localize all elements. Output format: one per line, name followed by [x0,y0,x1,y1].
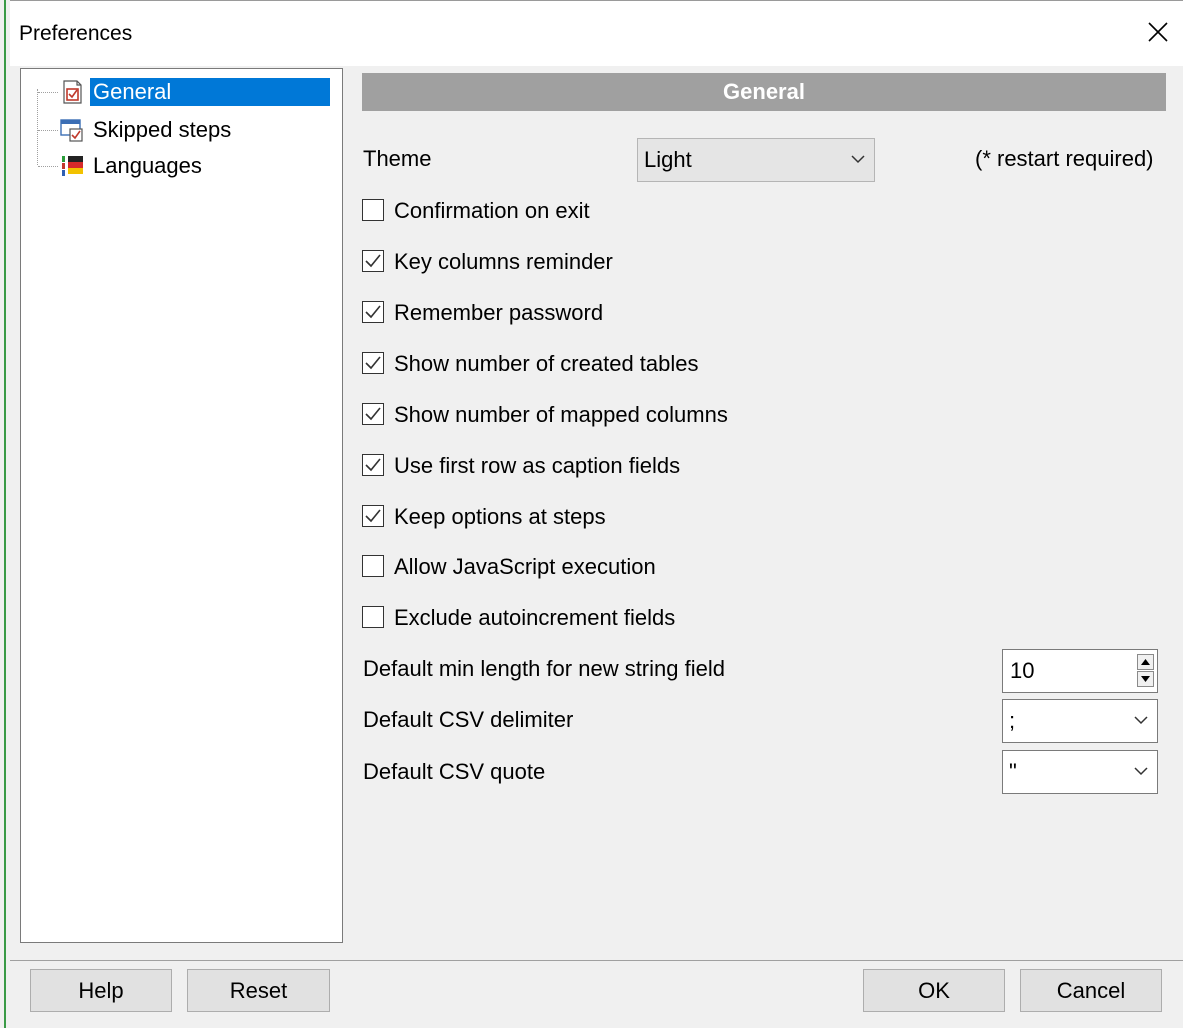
option-label: Use first row as caption fields [394,453,681,478]
tree-branch-line [38,92,58,93]
checkbox[interactable] [362,352,384,374]
checkbox[interactable] [362,555,384,577]
checkbox[interactable] [362,454,384,476]
option-label: Exclude autoincrement fields [394,605,676,630]
restart-required-note: (* restart required) [975,146,1154,171]
tree-branch-line [38,166,58,167]
option-label: Confirmation on exit [394,198,590,223]
check-icon [365,305,381,319]
csv-delimiter-value: ; [1009,708,1016,733]
tree-item-languages[interactable]: Languages [21,149,342,183]
checkbox[interactable] [362,606,384,628]
csv-quote-value: " [1009,759,1017,784]
min-length-spinner[interactable]: 10 [1002,649,1158,693]
dialog-client: General Skipped steps Languages General … [10,66,1183,1028]
tree-branch-line [38,130,58,131]
tree-item-label: Languages [93,153,202,178]
tree-item-label: Skipped steps [93,117,232,142]
theme-select[interactable]: Light [637,138,875,182]
tree-item-label: General [90,78,330,106]
option-label: Keep options at steps [394,504,606,529]
chevron-down-icon [1134,716,1148,725]
tree-item-general[interactable]: General [21,75,342,109]
window-title: Preferences [19,22,133,45]
window-edge-accent [4,0,6,1028]
close-icon[interactable] [1141,15,1175,49]
min-length-value: 10 [1010,658,1035,683]
option-label: Key columns reminder [394,249,613,274]
footer-separator [10,960,1183,961]
checkbox[interactable] [362,403,384,425]
csv-delimiter-select[interactable]: ; [1002,699,1158,743]
checkbox[interactable] [362,250,384,272]
chevron-down-icon [851,155,865,164]
checkbox[interactable] [362,199,384,221]
arrow-down-icon [1141,676,1150,682]
languages-flag-icon [62,156,83,176]
preferences-tree[interactable]: General Skipped steps Languages [20,68,343,943]
checkbox[interactable] [362,301,384,323]
checkbox[interactable] [362,505,384,527]
cancel-button[interactable]: Cancel [1020,969,1162,1012]
section-header: General [362,73,1166,111]
csv-quote-label: Default CSV quote [363,759,546,784]
check-icon [365,458,381,472]
ok-button[interactable]: OK [863,969,1005,1012]
csv-delimiter-label: Default CSV delimiter [363,707,574,732]
skipped-steps-icon [60,119,83,142]
min-length-label: Default min length for new string field [363,656,725,681]
option-label: Remember password [394,300,604,325]
chevron-down-icon [1134,767,1148,776]
spin-up-button[interactable] [1137,654,1154,670]
theme-select-value: Light [644,147,692,172]
tree-item-skipped-steps[interactable]: Skipped steps [21,113,342,147]
reset-button[interactable]: Reset [187,969,330,1012]
title-bar: Preferences [10,0,1183,67]
csv-quote-select[interactable]: " [1002,750,1158,794]
check-icon [365,254,381,268]
spin-down-button[interactable] [1137,671,1154,687]
option-label: Show number of created tables [394,351,699,376]
general-page-icon [63,80,82,104]
check-icon [365,407,381,421]
option-label: Allow JavaScript execution [394,554,656,579]
check-icon [365,356,381,370]
theme-label: Theme [363,146,432,171]
arrow-up-icon [1141,659,1150,665]
check-icon [365,509,381,523]
help-button[interactable]: Help [30,969,172,1012]
option-label: Show number of mapped columns [394,402,728,427]
